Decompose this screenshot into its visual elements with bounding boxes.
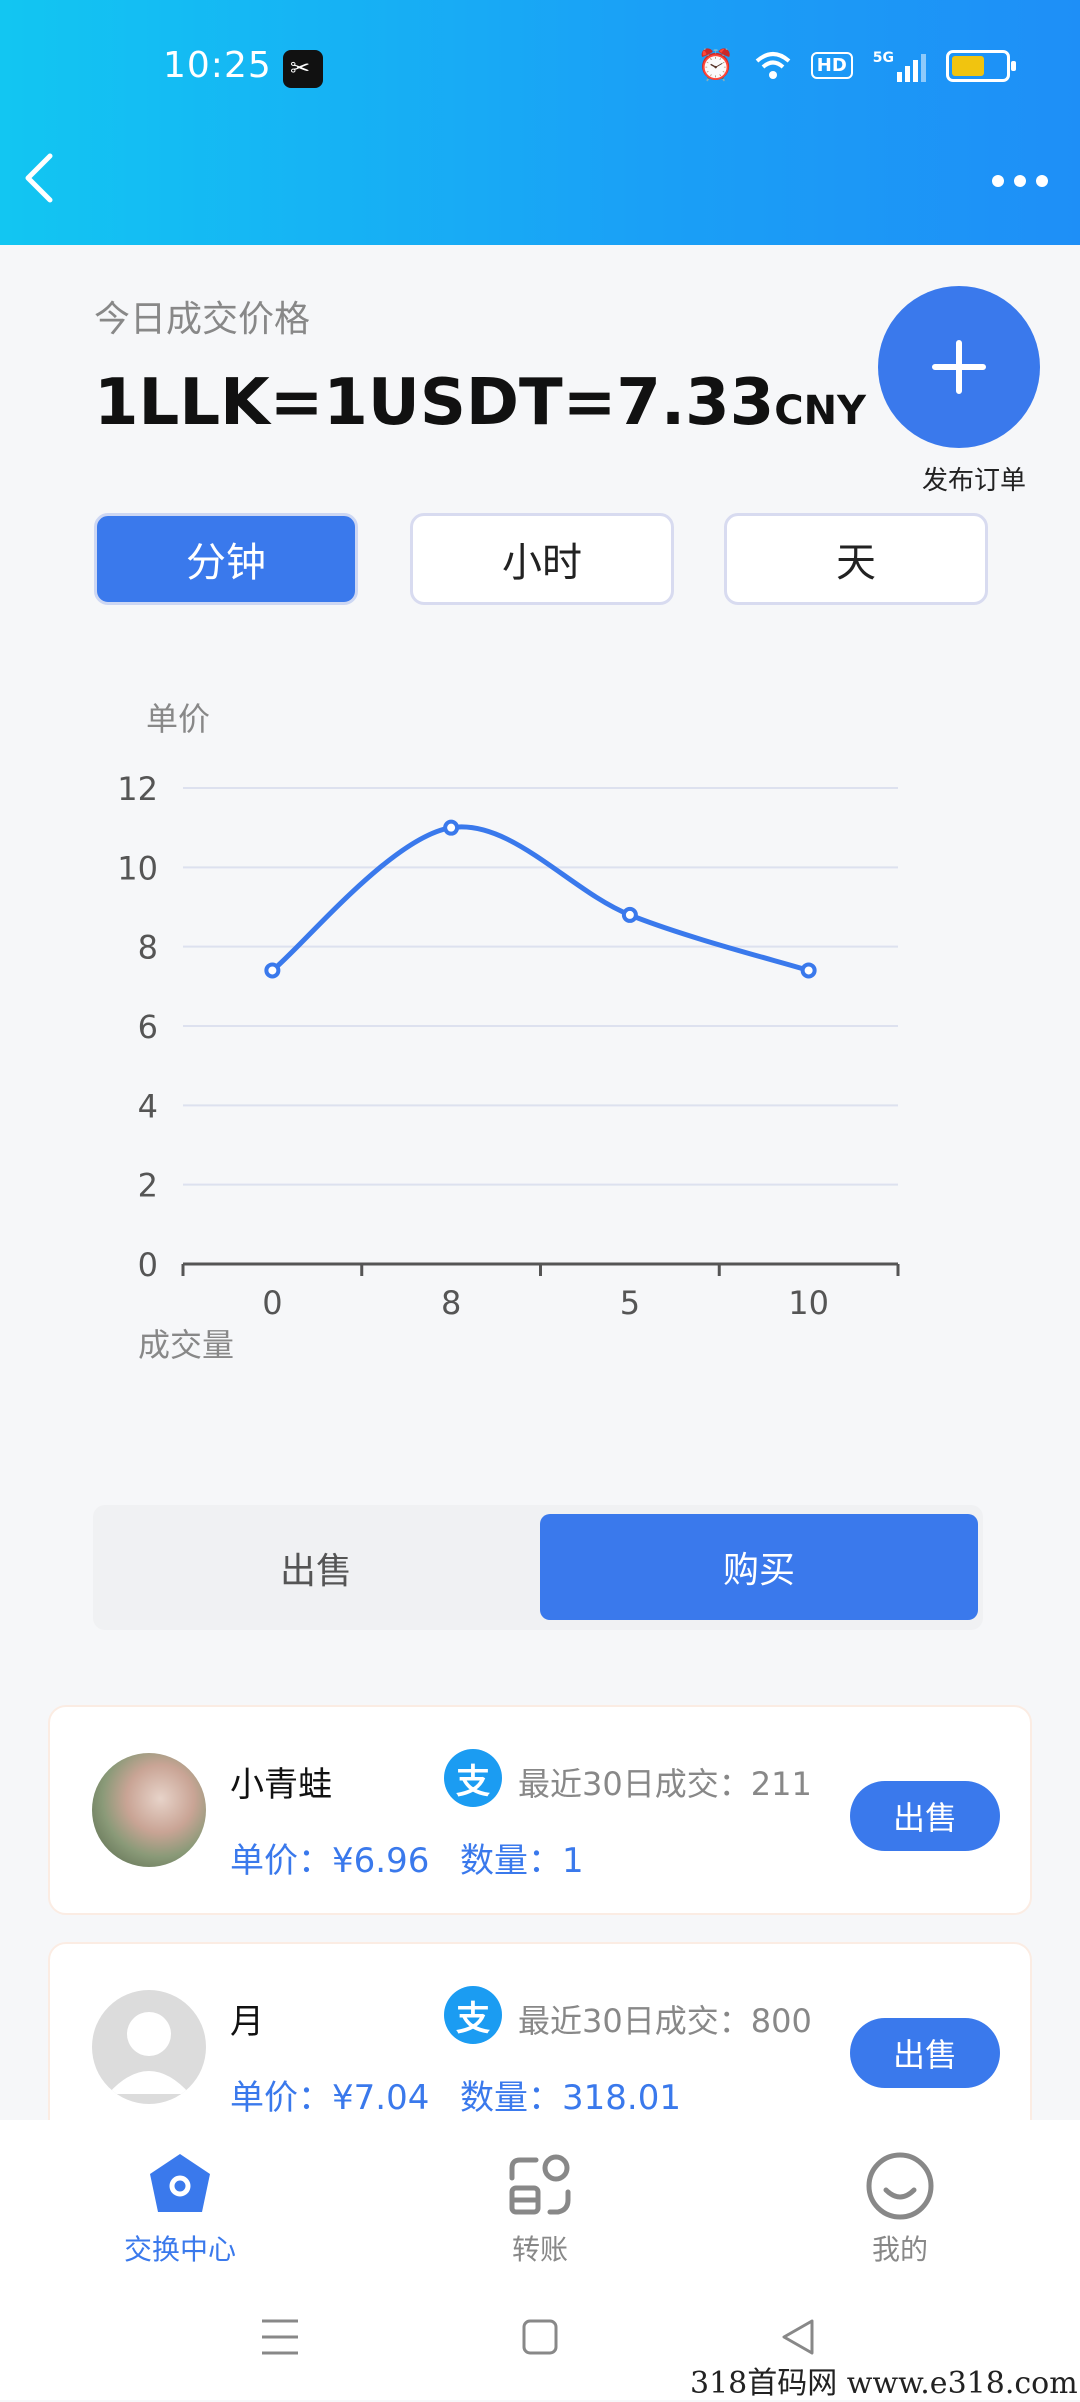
signal-icon: 5G (873, 50, 926, 82)
y-tick-label: 8 (138, 929, 158, 967)
status-bar: 10:25 ⏰ HD 5G (0, 0, 1080, 135)
more-horizontal-icon (992, 175, 1048, 187)
y-tick-label: 10 (117, 849, 158, 887)
x-tick-label: 8 (441, 1284, 461, 1322)
unit-price: 单价：¥7.04 (230, 2078, 430, 2118)
menu-icon[interactable] (260, 2315, 300, 2359)
y-tick-label: 6 (138, 1008, 158, 1046)
price-value: 1LLK=1USDT=7.33CNY (94, 366, 866, 440)
back-button[interactable] (20, 148, 80, 208)
y-tick-label: 12 (117, 770, 158, 808)
chevron-left-icon (25, 153, 53, 203)
publish-order-button[interactable] (878, 286, 1040, 448)
price-volume-line-chart: 单价 0 2 4 6 8 10 12 0 8 5 10 成交量 (117, 700, 900, 1364)
capcut-notification-icon (283, 50, 323, 88)
publish-order-label: 发布订单 (922, 466, 1027, 496)
x-tick-label: 10 (788, 1284, 829, 1322)
tab-minute[interactable]: 分钟 (94, 513, 358, 605)
price-unit: CNY (774, 388, 867, 434)
quantity: 数量：1 (460, 1841, 584, 1881)
sell-button[interactable]: 出售 (850, 1781, 1000, 1851)
avatar (92, 1753, 206, 1867)
avatar (92, 1990, 206, 2104)
transfer-icon (509, 2154, 571, 2215)
x-tick-label: 5 (620, 1284, 640, 1322)
data-point (443, 819, 460, 836)
back-triangle-icon[interactable] (778, 2315, 818, 2359)
home-square-icon[interactable] (520, 2315, 560, 2359)
status-icons: ⏰ HD 5G (697, 48, 1016, 83)
watermark-text: 318首码网 www.e318.com (690, 2366, 1078, 2401)
trade-type-toggle: 出售 购买 (93, 1505, 983, 1630)
data-point (621, 906, 638, 923)
y-tick-label: 2 (138, 1167, 158, 1205)
unit-price: 单价：¥6.96 (230, 1841, 430, 1881)
tab-exchange-center[interactable]: 交换中心 (80, 2120, 280, 2290)
plus-icon (932, 340, 986, 394)
x-tick-label: 0 (262, 1284, 282, 1322)
price-main-text: 1LLK=1USDT=7.33 (94, 366, 775, 440)
seller-name: 小青蛙 (230, 1765, 332, 1805)
tab-label: 转账 (511, 2233, 568, 2266)
tab-day[interactable]: 天 (724, 513, 988, 605)
hd-badge: HD (810, 52, 853, 79)
sell-button[interactable]: 出售 (850, 2018, 1000, 2088)
battery-icon (946, 49, 1016, 82)
recent-trades: 最近30日成交：800 (518, 2002, 812, 2040)
tab-label: 我的 (871, 2233, 928, 2266)
quantity: 数量：318.01 (460, 2078, 681, 2118)
tab-hour[interactable]: 小时 (410, 513, 674, 605)
recent-trades: 最近30日成交：211 (518, 1765, 812, 1803)
wifi-icon (755, 51, 791, 79)
order-card[interactable]: 小青蛙 支 最近30日成交：211 单价：¥6.96 数量：1 出售 (48, 1705, 1032, 1915)
exchange-home-icon (150, 2154, 210, 2212)
tab-transfer[interactable]: 转账 (440, 2120, 640, 2290)
bottom-tab-bar: 交换中心 转账 我的 (0, 2120, 1080, 2290)
data-point (800, 962, 817, 979)
price-label: 今日成交价格 (94, 299, 311, 340)
y-tick-label: 0 (138, 1246, 158, 1284)
app-header: 10:25 ⏰ HD 5G (0, 0, 1080, 245)
default-user-icon (108, 2012, 190, 2094)
tab-profile[interactable]: 我的 (800, 2120, 1000, 2290)
alipay-icon: 支 (444, 1986, 502, 2044)
data-point (264, 962, 281, 979)
seller-name: 月 (230, 2002, 264, 2042)
series-line (270, 824, 810, 973)
y-axis-title: 单价 (146, 700, 210, 738)
toggle-buy[interactable]: 购买 (540, 1514, 978, 1620)
network-type-label: 5G (872, 49, 894, 66)
y-tick-label: 4 (138, 1087, 158, 1125)
tab-label: 交换中心 (123, 2233, 236, 2266)
alarm-icon: ⏰ (697, 48, 735, 83)
more-button[interactable] (990, 155, 1060, 195)
toggle-sell[interactable]: 出售 (93, 1505, 539, 1630)
x-axis-title: 成交量 (138, 1326, 234, 1364)
alipay-icon: 支 (444, 1749, 502, 1807)
status-time: 10:25 (163, 45, 272, 86)
smile-profile-icon (866, 2152, 934, 2220)
